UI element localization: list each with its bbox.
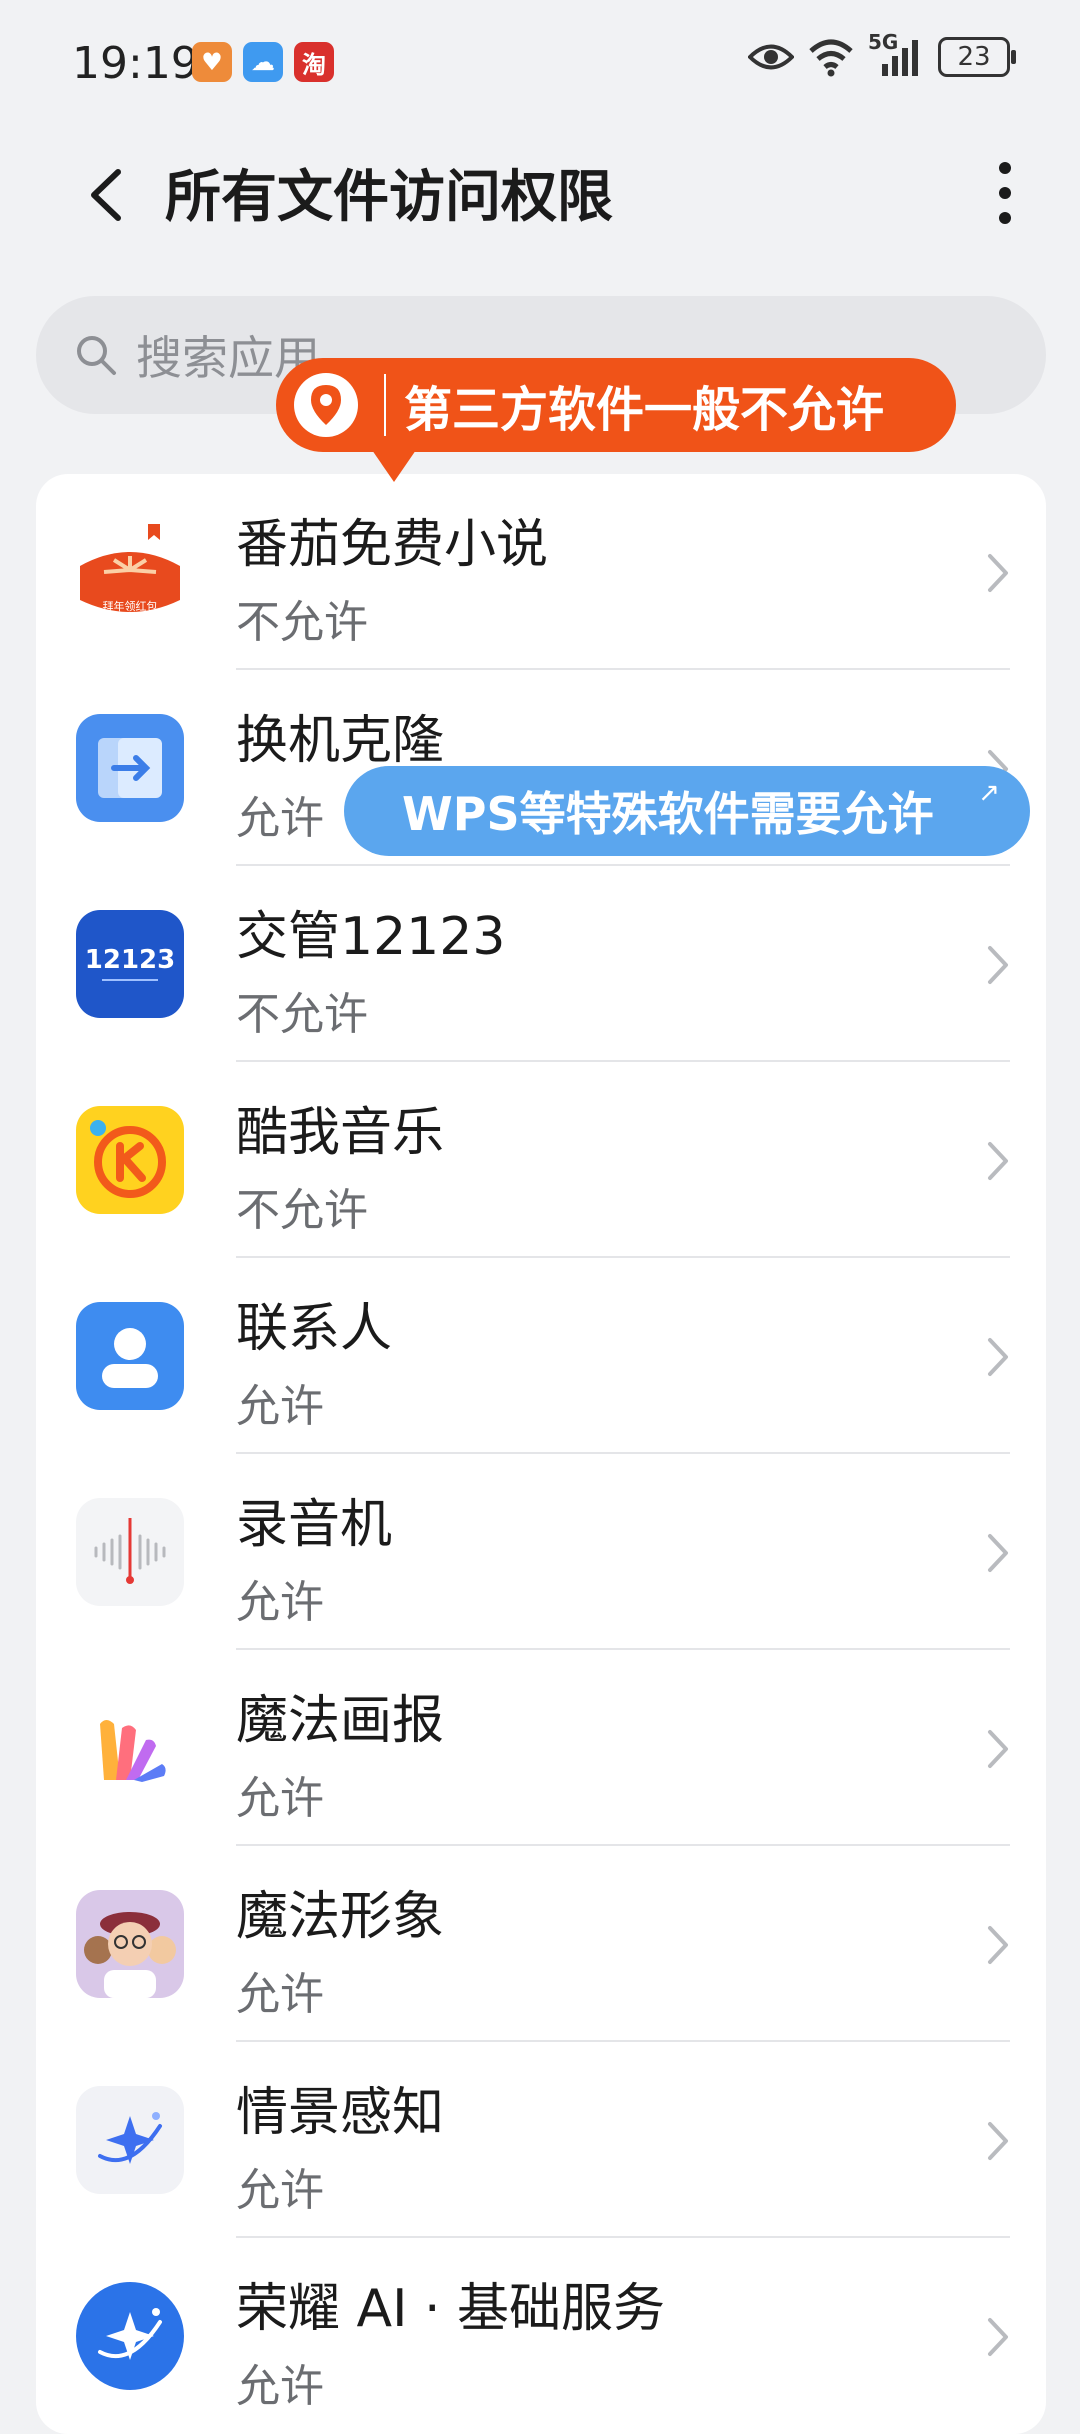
chevron-right-icon	[988, 2122, 1008, 2160]
app-name: 联系人	[236, 1299, 393, 1359]
list-item[interactable]: 联系人 允许	[36, 1258, 1046, 1454]
taobao-icon: 淘	[294, 42, 334, 82]
app-name: 魔法形象	[236, 1887, 445, 1947]
traffic-badge-text: 12123	[85, 945, 175, 975]
orange-tip-text: 第三方软件一般不允许	[404, 382, 885, 438]
permission-status: 允许	[236, 1381, 324, 1432]
permission-status: 允许	[236, 1773, 324, 1824]
list-item[interactable]: 魔法画报 允许	[36, 1650, 1046, 1846]
magic-pictorial-icon	[76, 1694, 184, 1802]
status-time: 19:19	[72, 38, 199, 89]
scene-awareness-icon	[76, 2086, 184, 2194]
wifi-icon	[809, 39, 853, 77]
page-title: 所有文件访问权限	[165, 165, 613, 230]
search-icon	[77, 336, 116, 375]
magic-avatar-icon	[76, 1890, 184, 1998]
list-item[interactable]: 录音机 允许	[36, 1454, 1046, 1650]
list-item[interactable]: 酷我音乐 不允许	[36, 1062, 1046, 1258]
blue-tip-text: WPS等特殊软件需要允许	[402, 787, 934, 841]
location-pin-icon	[294, 373, 358, 437]
list-item[interactable]: 魔法形象 允许	[36, 1846, 1046, 2042]
tip-separator	[384, 374, 386, 436]
eye-icon	[748, 44, 794, 70]
list-item[interactable]: 荣耀 AI · 基础服务 允许	[36, 2238, 1046, 2434]
app-name: 魔法画报	[236, 1691, 445, 1751]
battery-indicator: 23	[938, 37, 1016, 77]
contacts-icon	[76, 1302, 184, 1410]
back-button[interactable]	[80, 160, 130, 230]
chevron-right-icon	[988, 1730, 1008, 1768]
chevron-right-icon	[988, 1142, 1008, 1180]
list-item[interactable]: 12123 交管12123 不允许	[36, 866, 1046, 1062]
app-name: 荣耀 AI · 基础服务	[236, 2279, 666, 2339]
more-dot-icon	[999, 212, 1011, 224]
weather-icon: ☁	[243, 42, 283, 82]
kuwo-music-icon	[76, 1106, 184, 1214]
honor-ai-icon	[76, 2282, 184, 2390]
recorder-icon	[76, 1498, 184, 1606]
list-item[interactable]: 拜年领红包 番茄免费小说 不允许	[36, 474, 1046, 670]
chevron-right-icon	[988, 2318, 1008, 2356]
permission-status: 允许	[236, 2361, 324, 2412]
chevron-right-icon	[988, 946, 1008, 984]
signal-5g-icon: 5G	[868, 30, 924, 78]
list-item[interactable]: 情景感知 允许	[36, 2042, 1046, 2238]
chevron-right-icon	[988, 554, 1008, 592]
status-bar: 19:19 ♥ ☁ 淘 5G 23	[0, 0, 1080, 130]
blue-tip-bubble: WPS等特殊软件需要允许 ↗	[344, 766, 1030, 856]
permission-status: 不允许	[236, 1185, 368, 1236]
app-name: 录音机	[236, 1495, 393, 1555]
chevron-right-icon	[988, 1338, 1008, 1376]
tip-tail	[372, 450, 416, 482]
permission-status: 允许	[236, 793, 324, 844]
more-dot-icon	[999, 162, 1011, 174]
orange-tip-bubble: 第三方软件一般不允许	[276, 358, 956, 482]
permission-status: 允许	[236, 1577, 324, 1628]
fanqie-badge-text: 拜年领红包	[103, 599, 158, 613]
app-name: 换机克隆	[236, 711, 445, 771]
app-name: 番茄免费小说	[236, 515, 549, 575]
chevron-right-icon	[988, 1926, 1008, 1964]
app-name: 交管12123	[236, 907, 506, 967]
chevron-right-icon	[988, 1534, 1008, 1572]
more-options-button[interactable]	[990, 158, 1020, 228]
app-name: 情景感知	[236, 2083, 445, 2143]
more-dot-icon	[999, 187, 1011, 199]
arrow-up-right-icon: ↗	[978, 778, 1000, 808]
chevron-left-icon	[91, 169, 121, 221]
permission-status: 允许	[236, 2165, 324, 2216]
heart-app-icon: ♥	[192, 42, 232, 82]
permission-status: 不允许	[236, 989, 368, 1040]
app-name: 酷我音乐	[236, 1103, 445, 1163]
permission-status: 允许	[236, 1969, 324, 2020]
phone-clone-icon	[76, 714, 184, 822]
fanqie-novel-icon: 拜年领红包	[76, 518, 184, 626]
permission-status: 不允许	[236, 597, 368, 648]
traffic-12123-icon: 12123	[76, 910, 184, 1018]
